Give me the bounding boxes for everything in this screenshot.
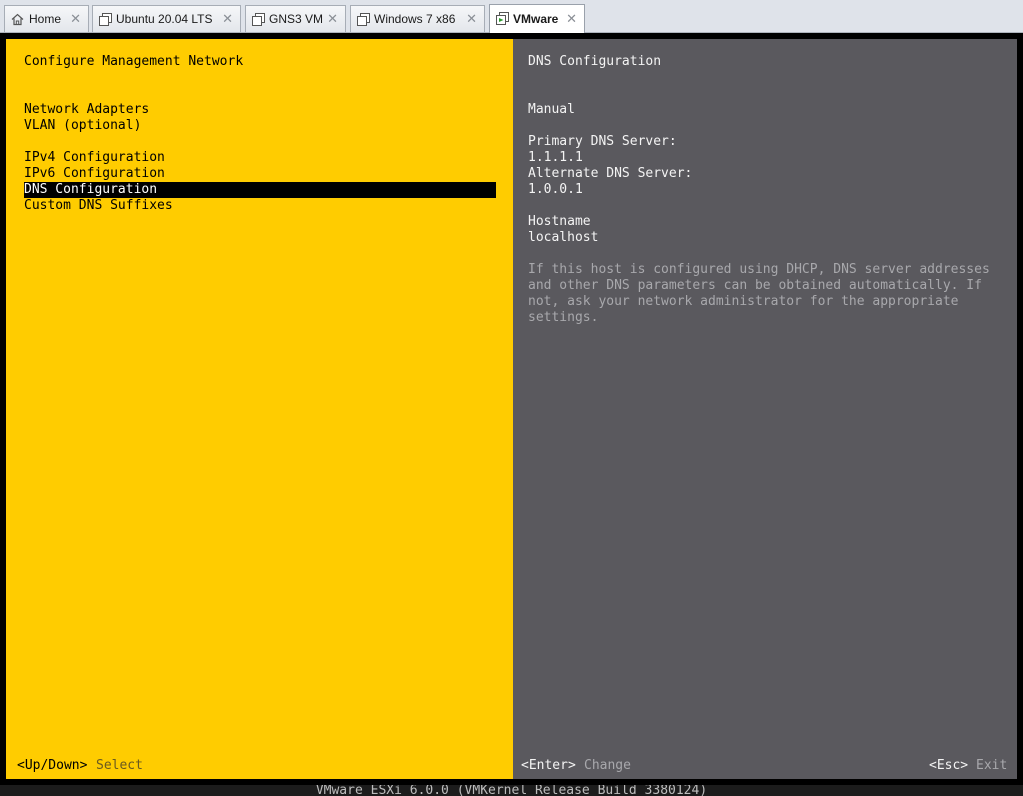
help-text-line: settings. — [528, 310, 599, 325]
build-info: VMware ESXi 6.0.0 (VMKernel Release Buil… — [315, 785, 708, 796]
menu-item-custom-dns-suffixes[interactable]: Custom DNS Suffixes — [24, 198, 173, 214]
footer-action-exit: Exit — [976, 758, 1008, 773]
tab-label: Windows 7 x86 — [374, 12, 456, 26]
dns-configuration-panel: DNS Configuration Manual Primary DNS Ser… — [513, 39, 1017, 779]
hostname-label: Hostname — [528, 214, 591, 229]
vm-icon — [99, 13, 112, 26]
close-icon[interactable]: ✕ — [70, 11, 81, 27]
vm-powered-on-icon — [496, 12, 509, 25]
tab-label: Home — [29, 12, 62, 26]
menu-item-ipv6[interactable]: IPv6 Configuration — [24, 166, 165, 182]
menu-item-network-adapters[interactable]: Network Adapters — [24, 102, 149, 118]
alternate-dns-value: 1.0.0.1 — [528, 182, 583, 197]
help-text-line: not, ask your network administrator for … — [528, 294, 959, 309]
home-icon — [11, 13, 24, 26]
configure-network-panel: Configure Management Network Network Ada… — [6, 39, 513, 779]
vm-icon — [357, 13, 370, 26]
menu-item-ipv4[interactable]: IPv4 Configuration — [24, 150, 165, 166]
footer-key-esc: <Esc> — [929, 758, 969, 773]
vm-icon — [252, 13, 265, 26]
footer-action-select: Select — [96, 758, 143, 773]
dns-mode: Manual — [528, 102, 575, 117]
tab-vmware[interactable]: VMware ✕ — [489, 4, 585, 33]
hostname-value: localhost — [528, 230, 599, 245]
tab-home[interactable]: Home ✕ — [4, 5, 89, 32]
esxi-status-bar: VMware ESXi 6.0.0 (VMKernel Release Buil… — [0, 785, 1023, 796]
vm-console[interactable]: Configure Management Network Network Ada… — [0, 33, 1023, 785]
close-icon[interactable]: ✕ — [566, 11, 577, 27]
primary-dns-value: 1.1.1.1 — [528, 150, 583, 165]
tab-label: GNS3 VM — [269, 12, 324, 26]
tab-windows-7[interactable]: Windows 7 x86 ✕ — [350, 5, 485, 32]
alternate-dns-label: Alternate DNS Server: — [528, 166, 693, 181]
panel-title: Configure Management Network — [24, 54, 244, 69]
primary-dns-label: Primary DNS Server: — [528, 134, 677, 149]
help-text-line: If this host is configured using DHCP, D… — [528, 262, 990, 277]
tab-bar: Home ✕ Ubuntu 20.04 LTS ✕ GNS3 VM ✕ Wind… — [0, 0, 1023, 33]
panel-title: DNS Configuration — [528, 54, 662, 69]
menu-item-vlan[interactable]: VLAN (optional) — [24, 118, 141, 134]
tab-label: Ubuntu 20.04 LTS — [116, 12, 213, 26]
help-text-line: and other DNS parameters can be obtained… — [528, 278, 982, 293]
footer-action-change: Change — [584, 758, 631, 773]
footer-key-enter: <Enter> — [521, 758, 576, 773]
close-icon[interactable]: ✕ — [222, 11, 233, 27]
footer-key-updown: <Up/Down> — [17, 758, 88, 773]
close-icon[interactable]: ✕ — [466, 11, 477, 27]
menu-item-dns-configuration[interactable]: DNS Configuration — [24, 182, 496, 198]
close-icon[interactable]: ✕ — [327, 11, 338, 27]
tab-label: VMware — [513, 12, 559, 26]
tab-ubuntu[interactable]: Ubuntu 20.04 LTS ✕ — [92, 5, 241, 32]
tab-gns3-vm[interactable]: GNS3 VM ✕ — [245, 5, 346, 32]
